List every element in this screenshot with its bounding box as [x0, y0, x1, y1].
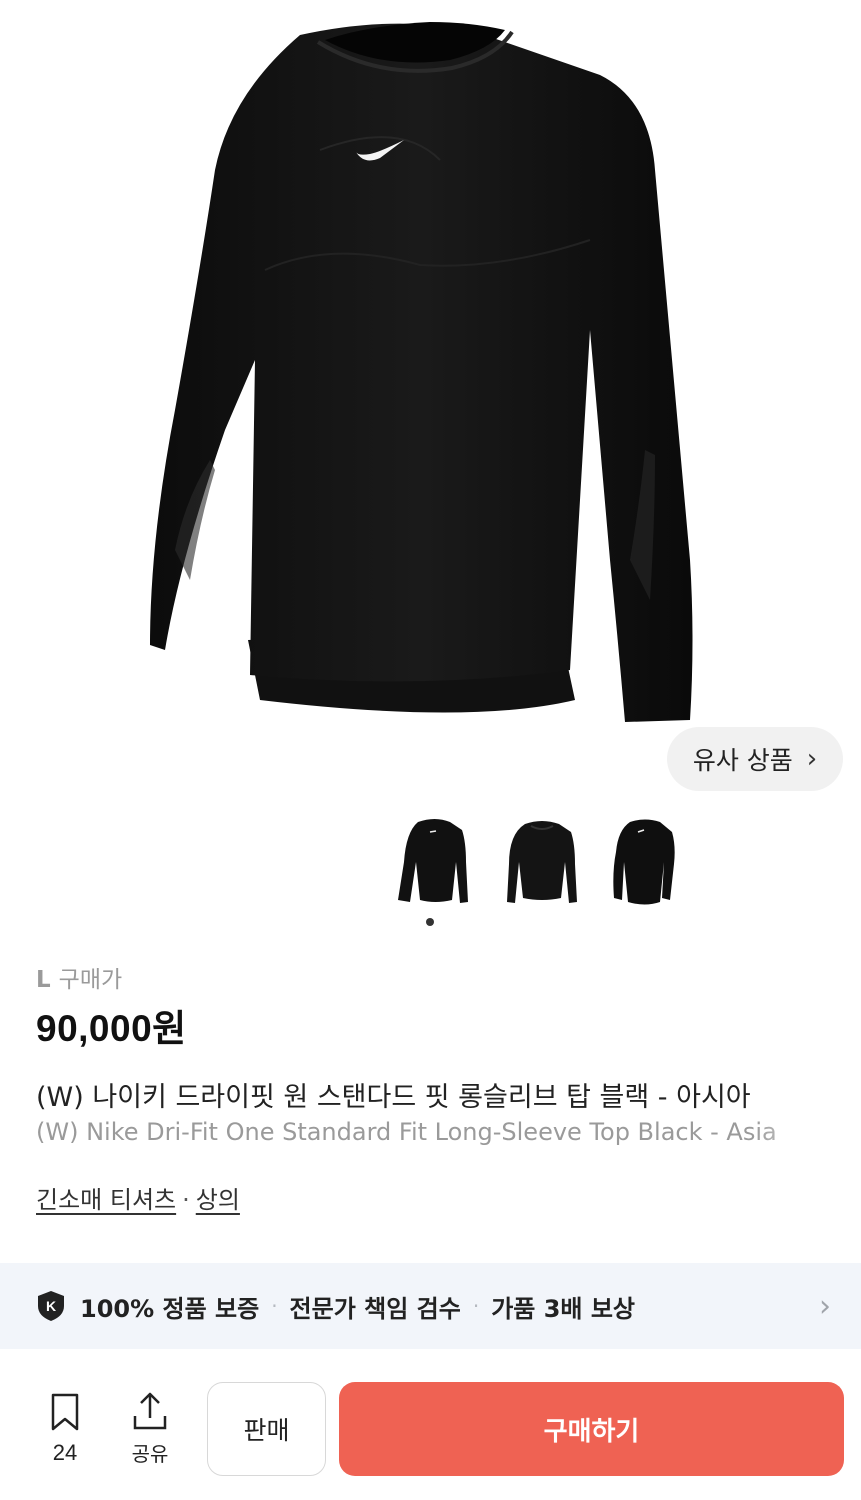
buy-button[interactable]: 구매하기	[339, 1382, 844, 1476]
bookmark-button[interactable]: 24	[40, 1392, 90, 1472]
share-label: 공유	[131, 1442, 169, 1466]
similar-products-label: 유사 상품	[692, 746, 793, 775]
thumbnail-3[interactable]	[600, 812, 690, 912]
chevron-right-icon: ›	[806, 744, 818, 774]
product-title-en: (W) Nike Dri-Fit One Standard Fit Long-S…	[36, 1118, 777, 1146]
bottom-action-bar: 24 공유 판매 구매하기	[0, 1362, 861, 1500]
thumbnail-2[interactable]	[497, 812, 587, 912]
price: 90,000원	[36, 1008, 187, 1049]
category-separator: ·	[182, 1186, 190, 1214]
guarantee-item-2: 전문가 책임 검수	[289, 1294, 461, 1323]
guarantee-separator-1: ·	[271, 1294, 278, 1318]
bookmark-count: 24	[52, 1440, 78, 1465]
category-breadcrumb: 긴소매 티셔츠 · 상의	[36, 1180, 240, 1215]
price-label: 구매가	[58, 967, 123, 993]
image-pager	[0, 918, 861, 930]
share-button[interactable]: 공유	[124, 1390, 176, 1472]
authenticity-guarantee-banner[interactable]: K 100% 정품 보증 · 전문가 책임 검수 · 가품 3배 보상 ›	[0, 1263, 861, 1349]
thumbnail-1[interactable]	[390, 812, 480, 912]
category-link-long-sleeve-tshirts[interactable]: 긴소매 티셔츠	[36, 1186, 176, 1214]
bookmark-icon	[51, 1393, 79, 1431]
similar-products-button[interactable]: 유사 상품 ›	[667, 727, 843, 791]
thumbnail-strip	[0, 812, 861, 912]
svg-text:K: K	[46, 1298, 56, 1314]
shield-k-icon: K	[38, 1291, 64, 1321]
product-image-area[interactable]: 유사 상품 ›	[0, 0, 861, 800]
guarantee-item-1: 100% 정품 보증	[80, 1294, 260, 1323]
guarantee-separator-2: ·	[472, 1294, 480, 1318]
chevron-right-icon: ›	[819, 1289, 831, 1324]
pager-dot-active	[426, 918, 434, 926]
product-title-ko: (W) 나이키 드라이핏 원 스탠다드 핏 롱슬리브 탑 블랙 - 아시아	[36, 1082, 751, 1113]
guarantee-item-3: 가품 3배 보상	[491, 1294, 635, 1323]
size-value: L	[36, 967, 51, 993]
black-long-sleeve-top-image	[150, 22, 693, 723]
share-icon	[133, 1392, 167, 1430]
sell-button[interactable]: 판매	[207, 1382, 326, 1476]
size-price-label: L 구매가	[36, 960, 122, 994]
category-link-tops[interactable]: 상의	[196, 1186, 240, 1214]
